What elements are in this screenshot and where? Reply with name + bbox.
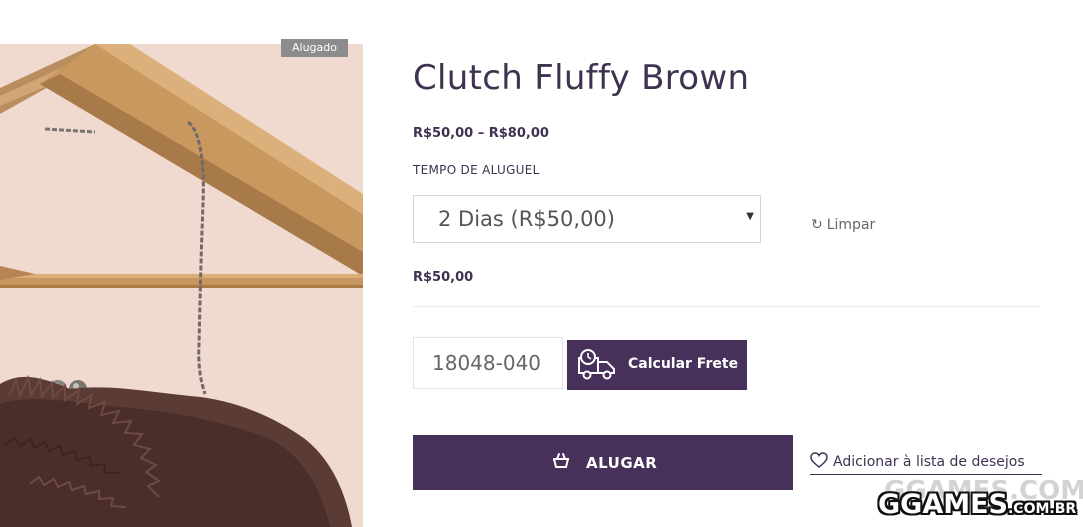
clutch-photo (0, 44, 363, 527)
calculate-shipping-button[interactable]: Calcular Frete (567, 340, 747, 390)
rent-label: ALUGAR (586, 454, 658, 472)
watermark-brand: GGAMES (878, 489, 1008, 520)
product-image[interactable] (0, 44, 363, 527)
watermark: GGAMES.COM.BR GGAMES.COM.BR (878, 472, 1083, 527)
divider (413, 306, 1040, 307)
cep-input[interactable] (413, 337, 563, 389)
calculate-shipping-label: Calcular Frete (628, 356, 739, 372)
heart-outline-icon (810, 452, 828, 468)
caret-down-icon: ▼ (746, 211, 754, 222)
selected-variation-price: R$50,00 (413, 270, 474, 285)
rent-button[interactable]: ALUGAR (413, 435, 793, 490)
rented-badge: Alugado (281, 39, 348, 57)
wishlist-label: Adicionar à lista de desejos (833, 454, 1025, 470)
product-page: Alugado Clutch Fluffy Brown R$50,00 – R$… (0, 0, 1083, 527)
watermark-tld: .COM.BR (1007, 501, 1077, 517)
rental-period-select[interactable]: 2 Dias (R$50,00) ▼ (413, 195, 761, 243)
rental-period-selected-value: 2 Dias (R$50,00) (438, 207, 615, 231)
product-title: Clutch Fluffy Brown (413, 58, 750, 98)
reset-variations-link[interactable]: ↻ Limpar (811, 217, 875, 233)
reset-label: Limpar (826, 217, 876, 233)
refresh-icon: ↻ (811, 217, 823, 233)
truck-clock-icon (578, 349, 615, 380)
price-range: R$50,00 – R$80,00 (413, 126, 549, 141)
watermark-logo: GGAMES.COM.BR (878, 489, 1076, 520)
rental-period-label: TEMPO DE ALUGUEL (413, 163, 540, 177)
basket-icon (553, 453, 569, 468)
